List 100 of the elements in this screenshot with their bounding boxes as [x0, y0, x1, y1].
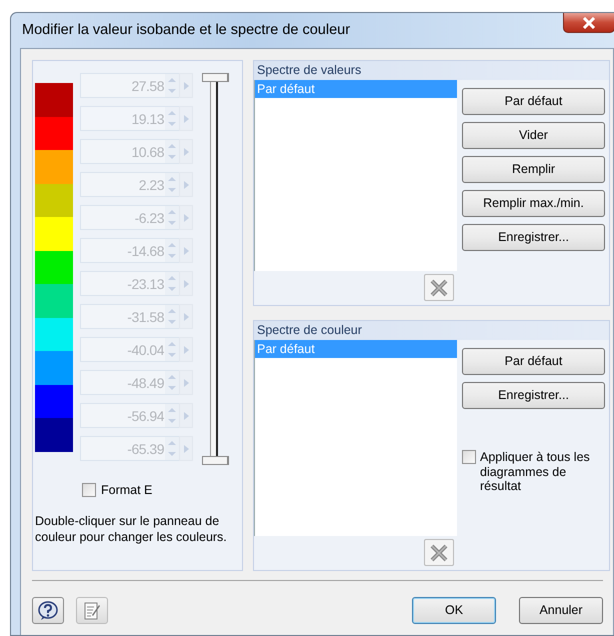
spin-up-button[interactable] — [165, 404, 179, 416]
up-arrow-icon — [167, 274, 177, 281]
arrow-button[interactable] — [179, 238, 193, 263]
down-arrow-icon — [167, 385, 177, 392]
action-button[interactable]: Par défaut — [462, 348, 605, 375]
spin-down-button[interactable] — [165, 218, 179, 229]
value-field[interactable]: -56.94 — [80, 403, 165, 428]
right-arrow-icon — [184, 444, 188, 452]
value-field[interactable]: 19.13 — [80, 106, 165, 131]
up-arrow-icon — [167, 242, 177, 248]
action-button[interactable]: Par défaut — [462, 88, 605, 115]
dialog-button[interactable]: Annuler — [519, 597, 603, 624]
spin-up-button[interactable] — [165, 74, 179, 86]
spin-down-button[interactable] — [165, 448, 179, 460]
list-item[interactable]: Par défaut — [255, 340, 457, 358]
up-arrow-icon — [167, 308, 177, 314]
spin-up-button[interactable] — [165, 173, 179, 184]
dialog-button[interactable]: OK — [412, 597, 496, 624]
edit-button[interactable] — [76, 597, 108, 624]
up-arrow-icon — [167, 440, 177, 446]
spin-up-button[interactable] — [165, 371, 179, 382]
color-swatch[interactable] — [35, 184, 73, 217]
down-arrow-icon — [167, 286, 177, 292]
color-swatch[interactable] — [35, 318, 73, 351]
spin-up-button[interactable] — [165, 206, 179, 218]
panel-header: Spectre de valeurs — [254, 61, 609, 80]
close-icon — [581, 16, 597, 28]
slider-thumb[interactable] — [202, 73, 229, 82]
value-field[interactable]: 2.23 — [80, 172, 165, 197]
value-field[interactable]: 27.58 — [80, 73, 165, 98]
action-button[interactable]: Enregistrer... — [462, 224, 605, 251]
spin-up-button[interactable] — [165, 437, 179, 448]
arrow-button[interactable] — [179, 271, 193, 296]
up-arrow-icon — [167, 340, 177, 347]
spin-up-button[interactable] — [165, 107, 179, 118]
spin-down-button[interactable] — [165, 86, 179, 97]
spin-down-button[interactable] — [165, 284, 179, 295]
help-button[interactable] — [32, 597, 64, 624]
cross-icon — [430, 544, 448, 562]
spin-up-button[interactable] — [165, 239, 179, 250]
arrow-button[interactable] — [179, 139, 193, 164]
arrow-button[interactable] — [179, 172, 193, 197]
arrow-button[interactable] — [179, 370, 193, 395]
color-swatch[interactable] — [35, 116, 73, 150]
edit-icon — [83, 600, 101, 620]
arrow-button[interactable] — [179, 403, 193, 428]
arrow-button[interactable] — [179, 436, 193, 461]
right-arrow-icon — [184, 82, 188, 90]
value-field[interactable]: -31.58 — [80, 304, 165, 329]
action-button[interactable]: Remplir — [462, 156, 605, 183]
checkbox[interactable] — [82, 483, 96, 498]
down-arrow-icon — [167, 451, 177, 458]
color-swatch[interactable] — [35, 150, 73, 184]
arrow-button[interactable] — [179, 106, 193, 131]
close-button[interactable] — [563, 13, 614, 33]
color-swatch[interactable] — [35, 83, 73, 116]
color-swatch[interactable] — [35, 284, 73, 318]
spin-up-button[interactable] — [165, 272, 179, 284]
spin-down-button[interactable] — [165, 382, 179, 394]
color-swatch[interactable] — [35, 351, 73, 384]
down-arrow-icon — [167, 220, 177, 226]
value-field[interactable]: -40.04 — [80, 337, 165, 362]
arrow-button[interactable] — [179, 304, 193, 329]
spin-down-button[interactable] — [165, 350, 179, 361]
color-swatch[interactable] — [35, 217, 73, 250]
spin-down-button[interactable] — [165, 250, 179, 262]
arrow-button[interactable] — [179, 73, 193, 98]
arrow-button[interactable] — [179, 337, 193, 362]
checkbox-label: Appliquer à tous les diagrammes de résultat — [480, 450, 591, 494]
spin-up-button[interactable] — [165, 338, 179, 350]
color-swatch[interactable] — [35, 384, 73, 418]
value-field[interactable]: 10.68 — [80, 139, 165, 164]
spin-down-button[interactable] — [165, 118, 179, 130]
spin-down-button[interactable] — [165, 184, 179, 196]
down-arrow-icon — [167, 253, 177, 260]
right-arrow-icon — [184, 246, 188, 254]
list-item[interactable]: Par défaut — [255, 80, 457, 98]
spin-up-button[interactable] — [165, 140, 179, 152]
value-field[interactable]: -65.39 — [80, 436, 165, 461]
color-swatch[interactable] — [35, 250, 73, 284]
value-field[interactable]: -48.49 — [80, 370, 165, 395]
spin-up-button[interactable] — [165, 305, 179, 316]
color-swatch[interactable] — [35, 418, 73, 452]
spin-down-button[interactable] — [165, 152, 179, 163]
spin-down-button[interactable] — [165, 316, 179, 328]
right-arrow-icon — [184, 214, 188, 222]
action-button[interactable]: Remplir max./min. — [462, 190, 605, 217]
right-arrow-icon — [184, 280, 188, 288]
value-field[interactable]: -6.23 — [80, 205, 165, 230]
action-button[interactable]: Vider — [462, 122, 605, 149]
arrow-button[interactable] — [179, 205, 193, 230]
value-field[interactable]: -23.13 — [80, 271, 165, 296]
down-arrow-icon — [167, 352, 177, 358]
up-arrow-icon — [167, 208, 177, 215]
value-field[interactable]: -14.68 — [80, 238, 165, 263]
action-button[interactable]: Enregistrer... — [462, 382, 605, 409]
checkbox[interactable] — [462, 450, 476, 464]
spin-down-button[interactable] — [165, 416, 179, 427]
slider-thumb[interactable] — [202, 456, 229, 465]
right-arrow-icon — [184, 312, 188, 320]
